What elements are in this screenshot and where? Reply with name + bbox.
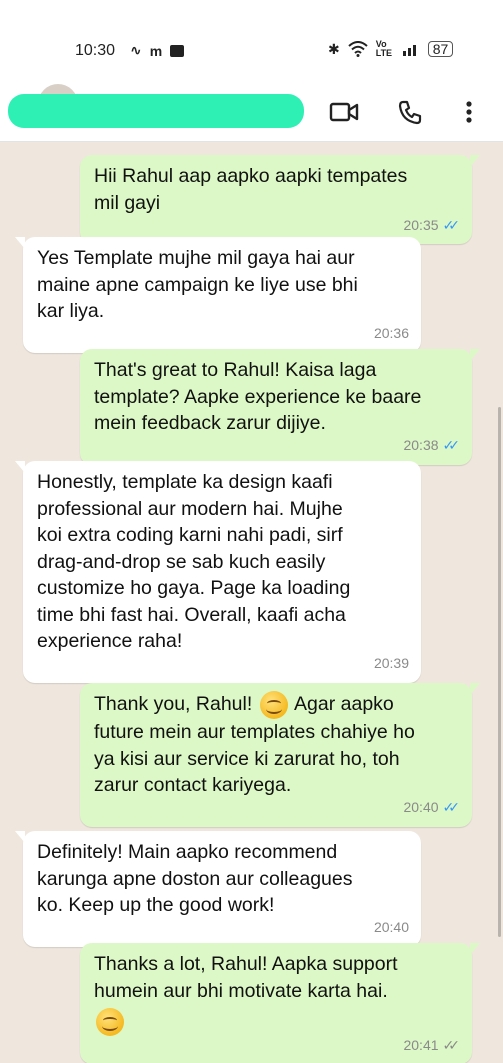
wifi-icon bbox=[348, 41, 368, 57]
bluetooth-icon: ✱ bbox=[328, 40, 340, 57]
contact-name-redaction[interactable] bbox=[8, 94, 304, 128]
signal-icon bbox=[402, 45, 416, 56]
message-bubble-incoming[interactable]: Honestly, template ka design kaafi profe… bbox=[15, 461, 421, 683]
more-options-icon bbox=[466, 101, 472, 123]
message-text: Thanks a lot, Rahul! Aapka support humei… bbox=[94, 953, 398, 1002]
message-meta: 20:40 ✓✓ bbox=[403, 794, 460, 821]
volte-icon: Vo LTE bbox=[375, 39, 393, 58]
message-text: Definitely! Main aapko recommend karunga… bbox=[37, 841, 353, 916]
voice-call-icon bbox=[398, 100, 422, 125]
status-right-icons: ✱ Vo LTE 87 bbox=[328, 39, 454, 58]
message-bubble-outgoing[interactable]: Thanks a lot, Rahul! Aapka support humei… bbox=[80, 943, 480, 1063]
message-meta: 20:35 ✓✓ bbox=[403, 212, 460, 239]
status-bar: 10:30 ∿ m ✱ Vo LTE 87 bbox=[0, 0, 503, 82]
message-text: That's great to Rahul! Kaisa laga templa… bbox=[94, 359, 422, 434]
read-ticks-icon: ✓✓ bbox=[442, 216, 461, 233]
message-bubble-incoming[interactable]: Definitely! Main aapko recommend karunga… bbox=[15, 831, 421, 947]
message-time: 20:39 bbox=[373, 655, 409, 671]
status-time: 10:30 bbox=[75, 42, 116, 59]
message-time: 20:40 bbox=[373, 919, 409, 935]
status-left-icons: ∿ m bbox=[130, 42, 185, 59]
scrollbar[interactable] bbox=[498, 407, 501, 937]
message-time: 20:36 bbox=[373, 325, 409, 341]
message-meta: 20:39 bbox=[374, 650, 409, 677]
message-bubble-outgoing[interactable]: Thank you, Rahul! Agar aapko future mein… bbox=[80, 683, 480, 827]
chat-area[interactable]: Hii Rahul aap aapko aapki tempates mil g… bbox=[0, 143, 503, 1063]
message-bubble-outgoing[interactable]: That's great to Rahul! Kaisa laga templa… bbox=[80, 349, 480, 465]
message-text-part: Thank you, Rahul! bbox=[94, 693, 253, 716]
delivered-ticks-icon: ✓✓ bbox=[442, 1036, 461, 1053]
more-options-button[interactable] bbox=[453, 96, 485, 128]
message-text: Thank you, Rahul! Agar aapko future mein… bbox=[94, 691, 458, 799]
message-text: Honestly, template ka design kaafi profe… bbox=[37, 471, 351, 652]
smiling-face-emoji-icon bbox=[96, 1008, 124, 1036]
message-text: Yes Template mujhe mil gaya hai aur main… bbox=[37, 247, 358, 322]
message-bubble-incoming[interactable]: Yes Template mujhe mil gaya hai aur main… bbox=[15, 237, 421, 353]
message-meta: 20:36 bbox=[374, 320, 409, 347]
message-text: Hii Rahul aap aapko aapki tempates mil g… bbox=[94, 165, 408, 214]
chat-header bbox=[0, 82, 503, 142]
sim-icon: ∿ bbox=[130, 42, 142, 58]
video-call-button[interactable] bbox=[328, 96, 360, 128]
app-icon bbox=[170, 44, 185, 57]
read-ticks-icon: ✓✓ bbox=[442, 437, 461, 453]
m-icon: m bbox=[149, 42, 163, 59]
message-time: 20:40 bbox=[403, 799, 439, 815]
message-time: 20:41 bbox=[403, 1036, 439, 1053]
message-meta: 20:40 bbox=[374, 914, 409, 941]
video-call-icon bbox=[329, 102, 359, 122]
message-time: 20:38 bbox=[403, 437, 439, 453]
message-meta: 20:41 ✓✓ bbox=[403, 1032, 460, 1059]
battery-indicator: 87 bbox=[427, 41, 454, 57]
read-ticks-icon: ✓✓ bbox=[442, 799, 461, 815]
smiling-face-emoji-icon bbox=[259, 691, 288, 719]
message-meta: 20:38 ✓✓ bbox=[403, 432, 460, 459]
message-bubble-outgoing[interactable]: Hii Rahul aap aapko aapki tempates mil g… bbox=[80, 155, 480, 244]
message-time: 20:35 bbox=[403, 216, 439, 233]
voice-call-button[interactable] bbox=[394, 96, 426, 128]
